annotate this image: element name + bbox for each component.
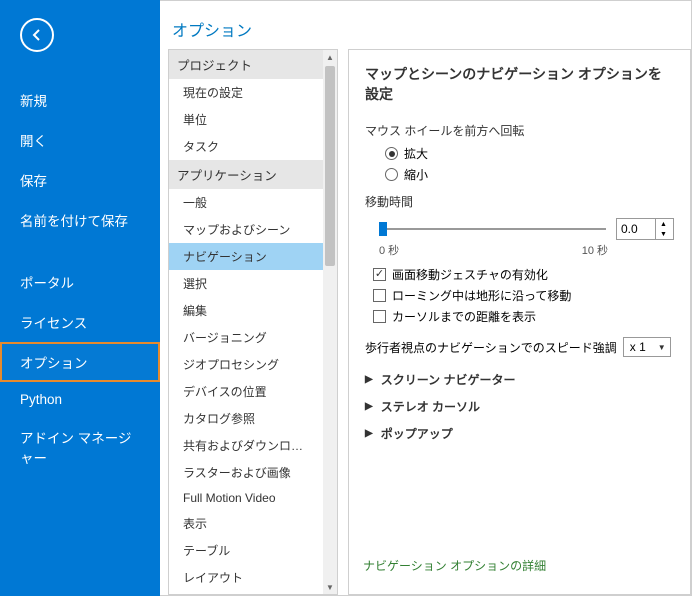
chevron-right-icon: ▶ bbox=[365, 428, 373, 439]
category-scrollbar[interactable]: ▲ ▼ bbox=[323, 50, 337, 594]
cat-catalog-browse[interactable]: カタログ参照 bbox=[169, 405, 323, 432]
chevron-right-icon: ▶ bbox=[365, 374, 373, 385]
transition-time-label: 移動時間 bbox=[365, 193, 674, 210]
cat-units[interactable]: 単位 bbox=[169, 106, 323, 133]
backstage-sidebar: 新規 開く 保存 名前を付けて保存 ポータル ライセンス オプション Pytho… bbox=[0, 0, 160, 596]
slider-min-label: 0 秒 bbox=[379, 242, 399, 258]
arrow-left-icon bbox=[29, 27, 45, 43]
spinner-down-icon[interactable]: ▼ bbox=[656, 229, 671, 239]
walk-speed-value: x 1 bbox=[630, 340, 646, 354]
mouse-wheel-label: マウス ホイールを前方へ回転 bbox=[365, 122, 674, 139]
category-header-project: プロジェクト bbox=[169, 50, 323, 79]
sidebar-item-portal[interactable]: ポータル bbox=[0, 262, 160, 302]
cat-raster-imagery[interactable]: ラスターおよび画像 bbox=[169, 459, 323, 486]
cat-table[interactable]: テーブル bbox=[169, 537, 323, 564]
sidebar-item-options[interactable]: オプション bbox=[0, 342, 160, 382]
expander-screen-navigator[interactable]: ▶ スクリーン ナビゲーター bbox=[365, 371, 674, 388]
scroll-up-icon[interactable]: ▲ bbox=[323, 50, 337, 64]
sidebar-item-open[interactable]: 開く bbox=[0, 120, 160, 160]
cat-layout[interactable]: レイアウト bbox=[169, 564, 323, 591]
scroll-down-icon[interactable]: ▼ bbox=[323, 580, 337, 594]
cat-device-location[interactable]: デバイスの位置 bbox=[169, 378, 323, 405]
checkbox-roaming[interactable] bbox=[373, 289, 386, 302]
category-list: プロジェクト 現在の設定 単位 タスク アプリケーション 一般 マップおよびシー… bbox=[168, 49, 338, 595]
spinner-up-icon[interactable]: ▲ bbox=[656, 219, 671, 229]
cat-versioning[interactable]: バージョニング bbox=[169, 324, 323, 351]
cat-text-graphics[interactable]: テキストおよびグラフィックス bbox=[169, 591, 323, 594]
checkbox-gesture[interactable] bbox=[373, 268, 386, 281]
options-dialog: オプション プロジェクト 現在の設定 単位 タスク アプリケーション 一般 マッ… bbox=[160, 0, 692, 596]
category-header-application: アプリケーション bbox=[169, 160, 323, 189]
settings-pane: マップとシーンのナビゲーション オプションを設定 マウス ホイールを前方へ回転 … bbox=[348, 49, 691, 595]
radio-zoom-in[interactable] bbox=[385, 147, 398, 160]
cat-navigation[interactable]: ナビゲーション bbox=[169, 243, 323, 270]
checkbox-cursor-distance[interactable] bbox=[373, 310, 386, 323]
transition-spinner[interactable]: ▲ ▼ bbox=[616, 218, 674, 240]
slider-max-label: 10 秒 bbox=[582, 242, 608, 258]
cat-current-settings[interactable]: 現在の設定 bbox=[169, 79, 323, 106]
pane-heading: マップとシーンのナビゲーション オプションを設定 bbox=[365, 64, 674, 104]
radio-zoom-out[interactable] bbox=[385, 168, 398, 181]
cat-fmv[interactable]: Full Motion Video bbox=[169, 486, 323, 510]
cat-selection[interactable]: 選択 bbox=[169, 270, 323, 297]
learn-more-link[interactable]: ナビゲーション オプションの詳細 bbox=[363, 557, 546, 574]
cat-share-download[interactable]: 共有およびダウンロード bbox=[169, 432, 323, 459]
dialog-title: オプション bbox=[160, 1, 691, 49]
cat-geoprocessing[interactable]: ジオプロセシング bbox=[169, 351, 323, 378]
checkbox-cursor-distance-label: カーソルまでの距離を表示 bbox=[392, 308, 536, 325]
expander-stereo-cursor-label: ステレオ カーソル bbox=[381, 398, 480, 415]
expander-popup[interactable]: ▶ ポップアップ bbox=[365, 425, 674, 442]
checkbox-gesture-label: 画面移動ジェスチャの有効化 bbox=[392, 266, 548, 283]
sidebar-item-addin-manager[interactable]: アドイン マネージャー bbox=[0, 417, 160, 477]
radio-zoom-in-label: 拡大 bbox=[404, 145, 428, 162]
radio-zoom-out-label: 縮小 bbox=[404, 166, 428, 183]
sidebar-item-license[interactable]: ライセンス bbox=[0, 302, 160, 342]
chevron-right-icon: ▶ bbox=[365, 401, 373, 412]
transition-slider[interactable] bbox=[379, 219, 606, 239]
transition-value-input[interactable] bbox=[617, 219, 655, 239]
cat-display[interactable]: 表示 bbox=[169, 510, 323, 537]
back-button[interactable] bbox=[20, 18, 54, 52]
expander-screen-navigator-label: スクリーン ナビゲーター bbox=[381, 371, 516, 388]
scroll-thumb[interactable] bbox=[325, 66, 335, 266]
walk-speed-label: 歩行者視点のナビゲーションでのスピード強調 bbox=[365, 339, 617, 356]
cat-editing[interactable]: 編集 bbox=[169, 297, 323, 324]
cat-tasks[interactable]: タスク bbox=[169, 133, 323, 160]
sidebar-item-python[interactable]: Python bbox=[0, 382, 160, 417]
cat-map-scene[interactable]: マップおよびシーン bbox=[169, 216, 323, 243]
sidebar-item-new[interactable]: 新規 bbox=[0, 80, 160, 120]
walk-speed-combo[interactable]: x 1 ▼ bbox=[623, 337, 671, 357]
expander-stereo-cursor[interactable]: ▶ ステレオ カーソル bbox=[365, 398, 674, 415]
sidebar-item-save[interactable]: 保存 bbox=[0, 160, 160, 200]
checkbox-roaming-label: ローミング中は地形に沿って移動 bbox=[392, 287, 571, 304]
expander-popup-label: ポップアップ bbox=[381, 425, 453, 442]
chevron-down-icon: ▼ bbox=[658, 343, 666, 352]
sidebar-item-saveas[interactable]: 名前を付けて保存 bbox=[0, 200, 160, 240]
cat-general[interactable]: 一般 bbox=[169, 189, 323, 216]
